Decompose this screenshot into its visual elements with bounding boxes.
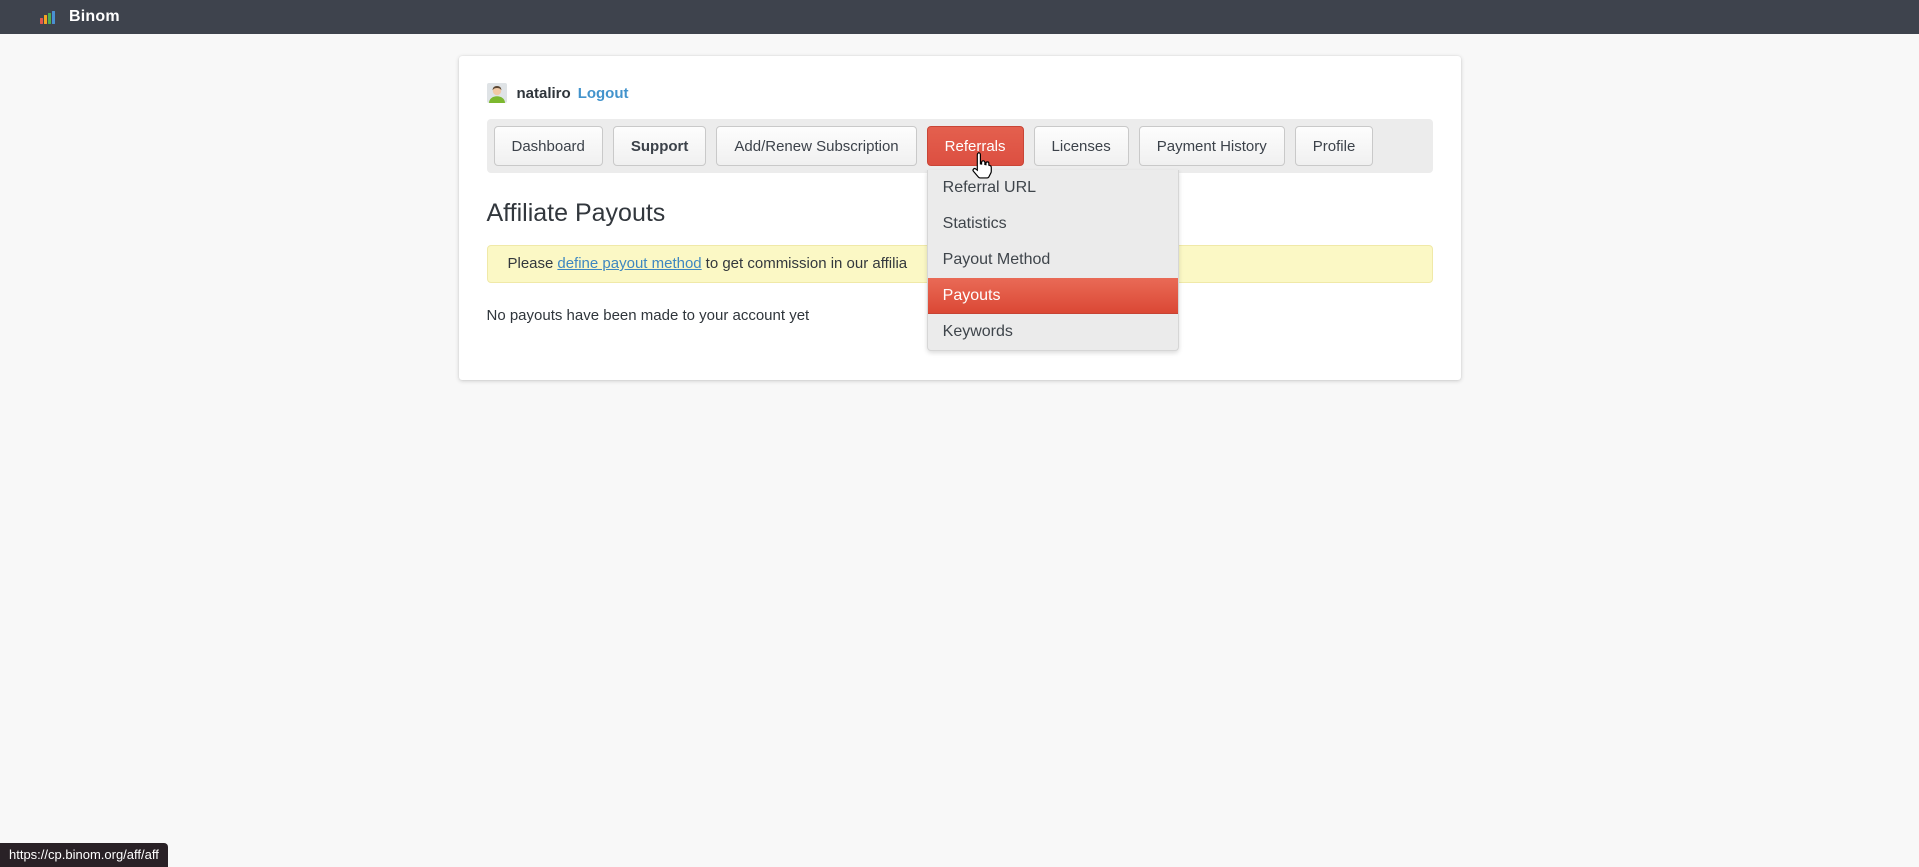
notice-text-after: to get commission in our affilia — [706, 255, 907, 272]
referrals-dropdown-menu: Referral URL Statistics Payout Method Pa… — [927, 170, 1179, 351]
nav-button-licenses[interactable]: Licenses — [1034, 126, 1129, 166]
status-bar-url: https://cp.binom.org/aff/aff — [0, 843, 168, 867]
navbar: Dashboard Support Add/Renew Subscription… — [487, 119, 1433, 173]
user-avatar-icon — [487, 83, 507, 103]
binom-logo-icon — [40, 11, 55, 24]
topbar: Binom — [0, 0, 1919, 34]
nav-button-referrals[interactable]: Referrals — [927, 126, 1024, 166]
define-payout-method-link[interactable]: define payout method — [557, 255, 701, 272]
menu-item-referral-url[interactable]: Referral URL — [928, 170, 1178, 206]
user-row: nataliro Logout — [487, 82, 1433, 104]
menu-item-payout-method[interactable]: Payout Method — [928, 242, 1178, 278]
brand-name: Binom — [69, 8, 120, 26]
main-card: nataliro Logout Dashboard Support Add/Re… — [459, 56, 1461, 380]
menu-item-payouts[interactable]: Payouts — [928, 278, 1178, 314]
nav-button-payment-history[interactable]: Payment History — [1139, 126, 1285, 166]
nav-button-profile[interactable]: Profile — [1295, 126, 1374, 166]
nav-button-support[interactable]: Support — [613, 126, 707, 166]
logout-link[interactable]: Logout — [578, 85, 629, 102]
referrals-menu-wrap: Referrals Referral URL Statistics Payout… — [927, 126, 1024, 166]
nav-button-dashboard[interactable]: Dashboard — [494, 126, 603, 166]
username: nataliro — [517, 85, 571, 102]
notice-text-before: Please — [508, 255, 554, 272]
menu-item-statistics[interactable]: Statistics — [928, 206, 1178, 242]
menu-item-keywords[interactable]: Keywords — [928, 314, 1178, 350]
nav-button-add-renew-subscription[interactable]: Add/Renew Subscription — [716, 126, 916, 166]
